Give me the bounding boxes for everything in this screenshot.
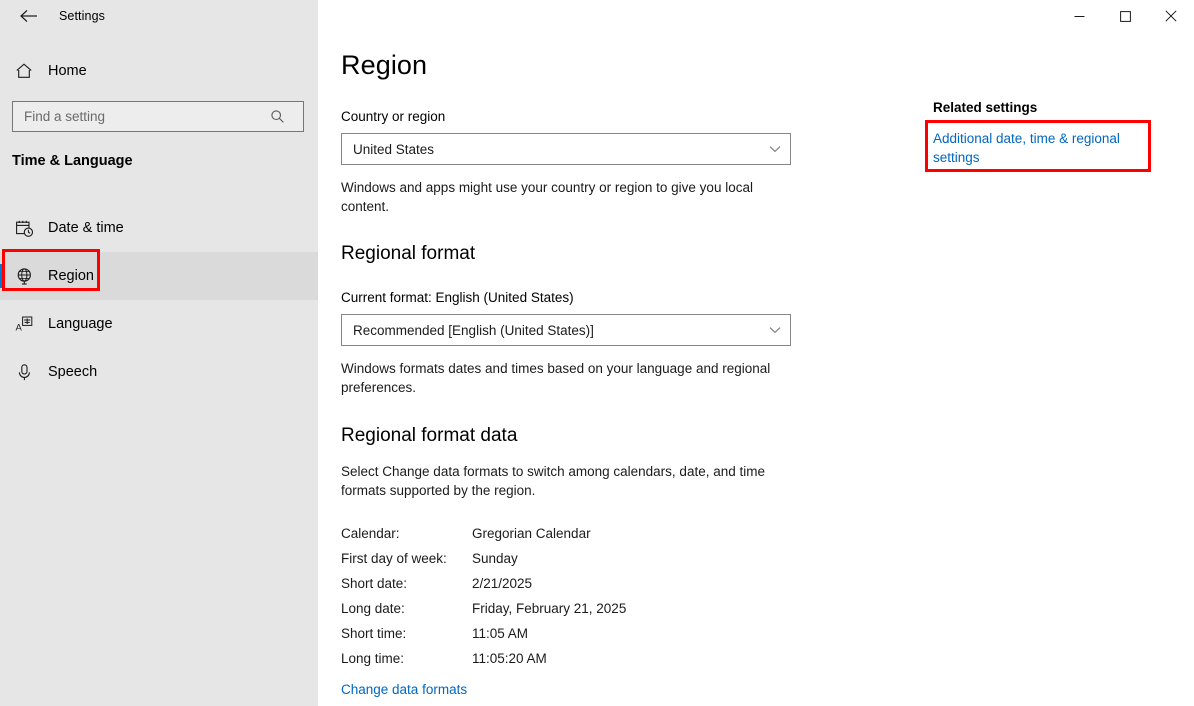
back-button[interactable] bbox=[8, 0, 48, 32]
sidebar: Home Time & Language bbox=[0, 0, 318, 706]
chevron-down-icon bbox=[760, 134, 790, 164]
format-data-description: Select Change data formats to switch amo… bbox=[341, 464, 765, 498]
row-key: Long date: bbox=[341, 601, 405, 616]
row-key: Calendar: bbox=[341, 526, 400, 541]
sidebar-item-home-label: Home bbox=[48, 63, 87, 79]
row-value: Gregorian Calendar bbox=[472, 526, 591, 541]
title-bar: Settings bbox=[0, 0, 1194, 32]
row-value: 2/21/2025 bbox=[472, 576, 533, 591]
row-value: Sunday bbox=[472, 551, 518, 566]
table-row: Short time: 11:05 AM bbox=[341, 621, 781, 646]
row-key: Short time: bbox=[341, 626, 407, 641]
row-value: 11:05 AM bbox=[472, 626, 529, 641]
country-description: Windows and apps might use your country … bbox=[341, 180, 753, 214]
page-title: Region bbox=[341, 50, 428, 80]
regional-format-dropdown[interactable]: Recommended [English (United States)] bbox=[341, 314, 791, 346]
regional-format-description: Windows formats dates and times based on… bbox=[341, 361, 771, 395]
related-settings-heading: Related settings bbox=[933, 100, 1038, 115]
app-title: Settings bbox=[59, 9, 105, 23]
row-key: Long time: bbox=[341, 651, 405, 666]
sidebar-item-date-time[interactable]: Date & time bbox=[0, 204, 318, 252]
sidebar-item-region[interactable]: Region bbox=[0, 252, 318, 300]
current-format-label: Current format: English (United States) bbox=[341, 290, 574, 305]
search-box[interactable] bbox=[12, 101, 304, 132]
settings-window: Home Time & Language bbox=[0, 0, 1194, 706]
close-button[interactable] bbox=[1148, 0, 1194, 32]
table-row: Long time: 11:05:20 AM bbox=[341, 646, 781, 671]
globe-icon bbox=[0, 267, 48, 286]
chevron-down-icon bbox=[760, 315, 790, 345]
country-label: Country or region bbox=[341, 109, 446, 124]
minimize-button[interactable] bbox=[1056, 0, 1102, 32]
country-dropdown[interactable]: United States bbox=[341, 133, 791, 165]
sidebar-group-title: Time & Language bbox=[12, 153, 133, 169]
language-icon: A bbox=[0, 315, 48, 334]
sidebar-item-speech-label: Speech bbox=[48, 364, 98, 380]
sidebar-item-language[interactable]: A Language bbox=[0, 300, 318, 348]
row-value: 11:05:20 AM bbox=[472, 651, 547, 666]
main-content: Region Country or region United States W… bbox=[318, 0, 1194, 706]
regional-format-heading: Regional format bbox=[341, 243, 476, 264]
table-row: Short date: 2/21/2025 bbox=[341, 571, 781, 596]
country-dropdown-value: United States bbox=[353, 141, 435, 157]
sidebar-item-language-label: Language bbox=[48, 316, 113, 332]
table-row: Long date: Friday, February 21, 2025 bbox=[341, 596, 781, 621]
microphone-icon bbox=[0, 363, 48, 382]
sidebar-item-region-label: Region bbox=[48, 268, 94, 284]
row-key: Short date: bbox=[341, 576, 408, 591]
table-row: Calendar: Gregorian Calendar bbox=[341, 521, 781, 546]
sidebar-item-home[interactable]: Home bbox=[0, 52, 318, 90]
row-value: Friday, February 21, 2025 bbox=[472, 601, 627, 616]
format-data-table: Calendar: Gregorian Calendar First day o… bbox=[341, 521, 781, 671]
sidebar-item-date-time-label: Date & time bbox=[48, 220, 124, 236]
home-icon bbox=[0, 62, 48, 80]
additional-date-time-regional-settings-link[interactable]: Additional date, time & regional setting… bbox=[933, 129, 1138, 167]
calendar-clock-icon bbox=[0, 219, 48, 238]
search-input[interactable] bbox=[13, 103, 261, 130]
change-data-formats-link[interactable]: Change data formats bbox=[341, 682, 467, 697]
search-icon[interactable] bbox=[261, 102, 293, 131]
svg-text:A: A bbox=[15, 322, 22, 333]
table-row: First day of week: Sunday bbox=[341, 546, 781, 571]
sidebar-item-speech[interactable]: Speech bbox=[0, 348, 318, 396]
maximize-button[interactable] bbox=[1102, 0, 1148, 32]
related-settings-panel: Related settings Additional date, time &… bbox=[933, 100, 1183, 167]
format-data-heading: Regional format data bbox=[341, 425, 518, 446]
regional-format-dropdown-value: Recommended [English (United States)] bbox=[353, 322, 594, 338]
row-key: First day of week: bbox=[341, 551, 447, 566]
sidebar-nav-list: Date & time Region A Language Speech bbox=[0, 204, 318, 396]
